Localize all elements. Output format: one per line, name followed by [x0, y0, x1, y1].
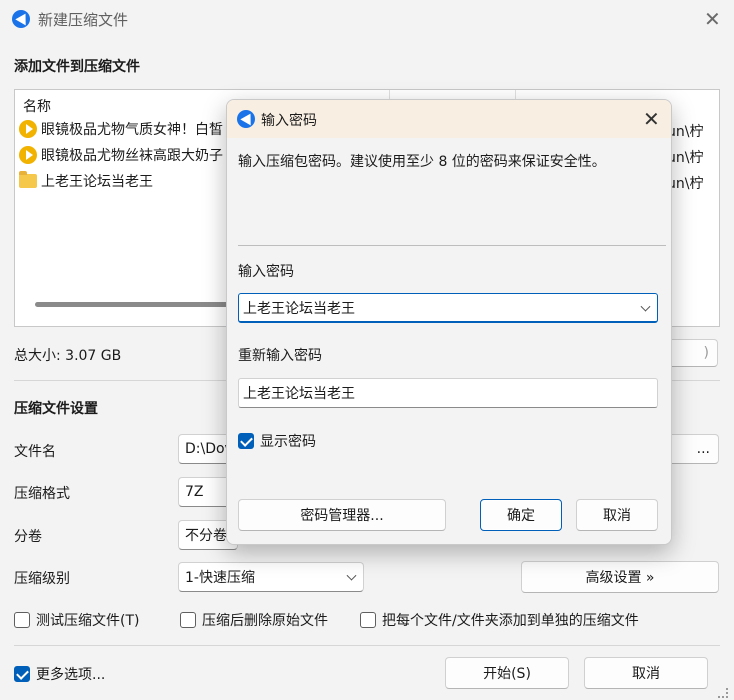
button-label: 取消 [603, 508, 631, 524]
checkbox-label: 显示密码 [260, 434, 316, 450]
password-value: 上老王论坛当老王 [243, 300, 355, 317]
password-dialog: 输入密码 ✕ 输入压缩包密码。建议使用至少 8 位的密码来保证安全性。 输入密码… [226, 99, 672, 545]
separate-archives-checkbox[interactable]: 把每个文件/文件夹添加到单独的压缩文件 [360, 610, 639, 630]
level-value: 1-快速压缩 [185, 570, 255, 586]
start-button[interactable]: 开始(S) [445, 657, 569, 689]
app-logo-icon [12, 10, 30, 28]
chevron-down-icon[interactable] [640, 301, 651, 312]
level-label: 压缩级别 [14, 571, 70, 587]
checkbox-label: 把每个文件/文件夹添加到单独的压缩文件 [382, 613, 639, 629]
dialog-description: 输入压缩包密码。建议使用至少 8 位的密码来保证安全性。 [238, 154, 606, 170]
cancel-button[interactable]: 取消 [584, 657, 708, 689]
resize-grip-icon[interactable] [718, 688, 728, 698]
repeat-password-label: 重新输入密码 [238, 348, 322, 364]
file-path-fragment: un\柠 [667, 150, 704, 166]
add-files-title: 添加文件到压缩文件 [14, 59, 140, 75]
level-select[interactable]: 1-快速压缩 [178, 562, 364, 592]
button-label: 取消 [632, 666, 660, 682]
checkbox-box[interactable] [14, 612, 30, 628]
app-logo-icon [237, 110, 255, 128]
filename-label: 文件名 [14, 444, 56, 460]
file-path-fragment: un\柠 [667, 124, 704, 140]
column-header-name[interactable]: 名称 [23, 96, 51, 116]
button-label: 密码管理器... [300, 508, 384, 524]
window-title: 新建压缩文件 [38, 11, 129, 29]
dialog-close-icon[interactable]: ✕ [643, 109, 660, 129]
ok-button[interactable]: 确定 [480, 499, 562, 531]
button-label: 开始(S) [483, 666, 531, 682]
dialog-cancel-button[interactable]: 取消 [576, 499, 658, 531]
list-item[interactable]: 眼镜极品尤物气质女神！白皙 [19, 118, 223, 140]
advanced-settings-button[interactable]: 高级设置 » [521, 561, 719, 593]
folder-icon [19, 171, 37, 188]
password-label: 输入密码 [238, 264, 294, 280]
show-password-checkbox[interactable]: 显示密码 [238, 431, 316, 451]
more-options-checkbox[interactable]: 更多选项... [14, 664, 105, 684]
checkbox-box-checked[interactable] [14, 666, 30, 682]
window-title-bar: 新建压缩文件 ✕ [0, 0, 734, 38]
dialog-body: 输入压缩包密码。建议使用至少 8 位的密码来保证安全性。 输入密码 上老王论坛当… [227, 138, 671, 544]
video-file-icon [19, 120, 37, 138]
format-label: 压缩格式 [14, 486, 70, 502]
file-name: 眼镜极品尤物丝袜高跟大奶子 [41, 148, 223, 164]
close-icon[interactable]: ✕ [704, 9, 721, 29]
repeat-password-input[interactable]: 上老王论坛当老王 [238, 378, 658, 408]
checkbox-label: 更多选项... [36, 667, 106, 683]
button-label: ) [703, 345, 709, 361]
button-label: ... [696, 441, 710, 457]
dialog-title: 输入密码 [261, 113, 317, 129]
button-label: 确定 [507, 508, 535, 524]
chevron-down-icon [346, 570, 357, 581]
settings-title: 压缩文件设置 [14, 401, 98, 417]
checkbox-box[interactable] [360, 612, 376, 628]
video-file-icon [19, 146, 37, 164]
section-divider [14, 645, 720, 646]
password-manager-button[interactable]: 密码管理器... [238, 499, 446, 531]
split-label: 分卷 [14, 529, 42, 545]
list-item[interactable]: 上老王论坛当老王 [19, 170, 153, 192]
password-input[interactable]: 上老王论坛当老王 [238, 293, 658, 323]
test-archive-checkbox[interactable]: 测试压缩文件(T) [14, 610, 139, 630]
horizontal-scrollbar[interactable] [35, 302, 235, 307]
checkbox-label: 压缩后删除原始文件 [202, 613, 328, 629]
dialog-title-bar: 输入密码 ✕ [227, 100, 671, 138]
file-name: 上老王论坛当老王 [41, 174, 153, 190]
checkbox-box[interactable] [180, 612, 196, 628]
file-name: 眼镜极品尤物气质女神！白皙 [41, 122, 223, 138]
button-label: 高级设置 » [585, 570, 655, 586]
dialog-divider [238, 245, 666, 246]
list-item[interactable]: 眼镜极品尤物丝袜高跟大奶子 [19, 144, 223, 166]
total-size: 总大小: 3.07 GB [14, 348, 122, 364]
delete-after-checkbox[interactable]: 压缩后删除原始文件 [180, 610, 328, 630]
checkbox-box-checked[interactable] [238, 433, 254, 449]
checkbox-label: 测试压缩文件(T) [36, 613, 140, 629]
file-path-fragment: un\柠 [667, 176, 704, 192]
